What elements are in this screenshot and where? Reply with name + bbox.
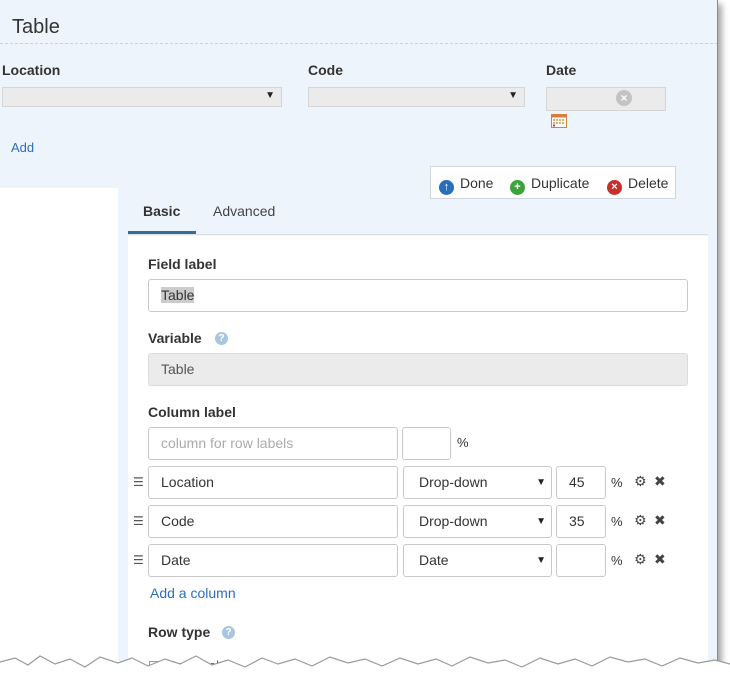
chevron-down-icon: ▼ (508, 90, 518, 101)
chevron-down-icon: ▼ (536, 555, 546, 566)
row-label-width-input[interactable] (402, 427, 451, 460)
gear-icon[interactable]: ⚙ (634, 473, 647, 490)
field-label-heading: Field label (148, 256, 217, 272)
editor-tabs: Basic Advanced (128, 195, 708, 235)
column-type-select[interactable]: Date ▼ (403, 544, 552, 577)
column-type-value: Date (419, 552, 449, 568)
column-name-input[interactable]: Code (148, 505, 398, 538)
close-icon[interactable]: ✖ (654, 512, 666, 529)
column-type-value: Drop-down (419, 513, 488, 529)
percent-sign: % (457, 435, 469, 450)
done-label: Done (460, 175, 494, 191)
gear-icon[interactable]: ⚙ (634, 551, 647, 568)
close-icon[interactable]: ✖ (654, 551, 666, 568)
preview-select-code[interactable]: ▼ (308, 87, 525, 107)
column-width-input[interactable]: 35 (556, 505, 606, 538)
arrow-up-icon: ↑ (439, 180, 454, 195)
variable-heading: Variable (148, 330, 202, 346)
help-icon[interactable]: ? (215, 332, 228, 345)
page-title: Table (12, 16, 60, 38)
drag-handle-icon[interactable]: ☰ (133, 475, 144, 489)
column-type-value: Drop-down (419, 474, 488, 490)
column-name-input[interactable]: Location (148, 466, 398, 499)
x-circle-icon: × (607, 180, 622, 195)
tab-advanced[interactable]: Advanced (213, 203, 275, 219)
preview-column-label-date: Date (546, 62, 577, 78)
field-label-value: Table (161, 287, 195, 303)
tab-basic[interactable]: Basic (143, 203, 180, 219)
preview-select-location[interactable]: ▼ (2, 87, 282, 107)
row-label-column-input[interactable]: column for row labels (148, 427, 398, 460)
drag-handle-icon[interactable]: ☰ (133, 553, 144, 567)
close-icon[interactable]: ✖ (654, 473, 666, 490)
title-divider (0, 43, 717, 44)
add-column-link[interactable]: Add a column (150, 585, 236, 601)
row-type-heading: Row type (148, 624, 211, 640)
preview-column-label-code: Code (308, 62, 343, 78)
chevron-down-icon: ▼ (536, 477, 546, 488)
field-label-input[interactable]: Table (148, 279, 688, 312)
percent-sign: % (611, 514, 623, 529)
percent-sign: % (611, 553, 623, 568)
delete-button[interactable]: × Delete (607, 175, 668, 195)
column-width-input[interactable] (556, 544, 606, 577)
active-tab-indicator (128, 231, 196, 234)
calendar-icon[interactable] (551, 113, 567, 128)
preview-date-input[interactable]: × (546, 87, 666, 111)
column-name-input[interactable]: Date (148, 544, 398, 577)
left-panel (0, 188, 118, 678)
form-builder-window: Table Location ▼ Code ▼ Date × Add ↑ Done… (0, 0, 718, 678)
percent-sign: % (611, 475, 623, 490)
preview-column-label-location: Location (2, 62, 61, 78)
column-type-select[interactable]: Drop-down ▼ (403, 466, 552, 499)
clear-icon[interactable]: × (616, 90, 632, 106)
duplicate-label: Duplicate (531, 175, 590, 191)
add-row-link[interactable]: Add (11, 140, 34, 155)
plus-icon: + (510, 180, 525, 195)
done-button[interactable]: ↑ Done (439, 175, 493, 195)
help-icon[interactable]: ? (222, 626, 235, 639)
chevron-down-icon: ▼ (536, 516, 546, 527)
column-label-heading: Column label (148, 404, 236, 420)
column-type-select[interactable]: Drop-down ▼ (403, 505, 552, 538)
delete-label: Delete (628, 175, 669, 191)
torn-edge (0, 655, 730, 690)
column-width-input[interactable]: 45 (556, 466, 606, 499)
variable-field: Table (148, 353, 688, 386)
drag-handle-icon[interactable]: ☰ (133, 514, 144, 528)
chevron-down-icon: ▼ (265, 90, 275, 101)
duplicate-button[interactable]: + Duplicate (510, 175, 589, 195)
gear-icon[interactable]: ⚙ (634, 512, 647, 529)
